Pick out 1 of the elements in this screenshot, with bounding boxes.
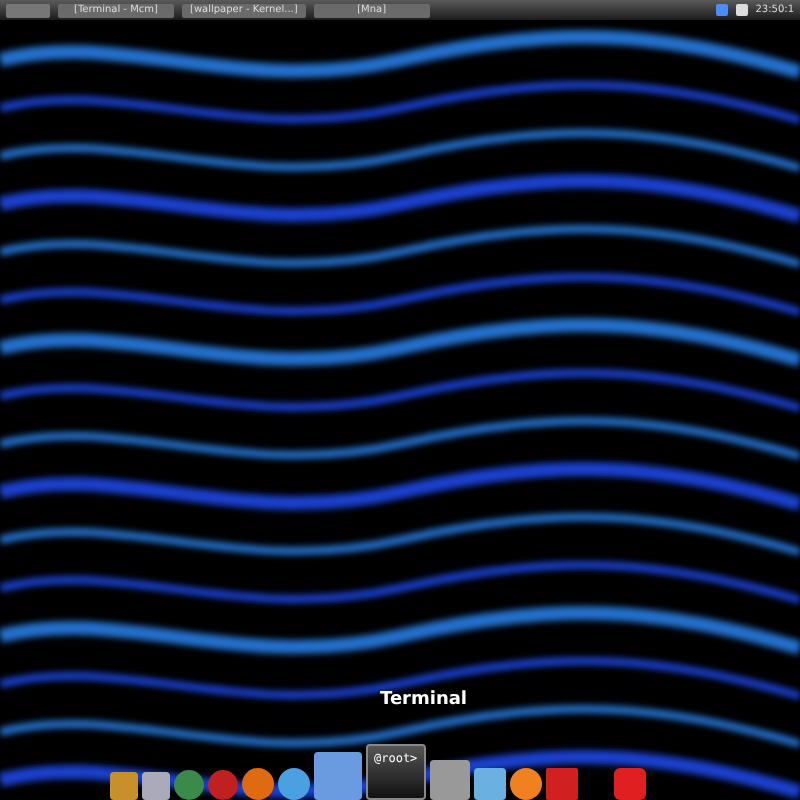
dock-label: Terminal [380, 690, 468, 710]
